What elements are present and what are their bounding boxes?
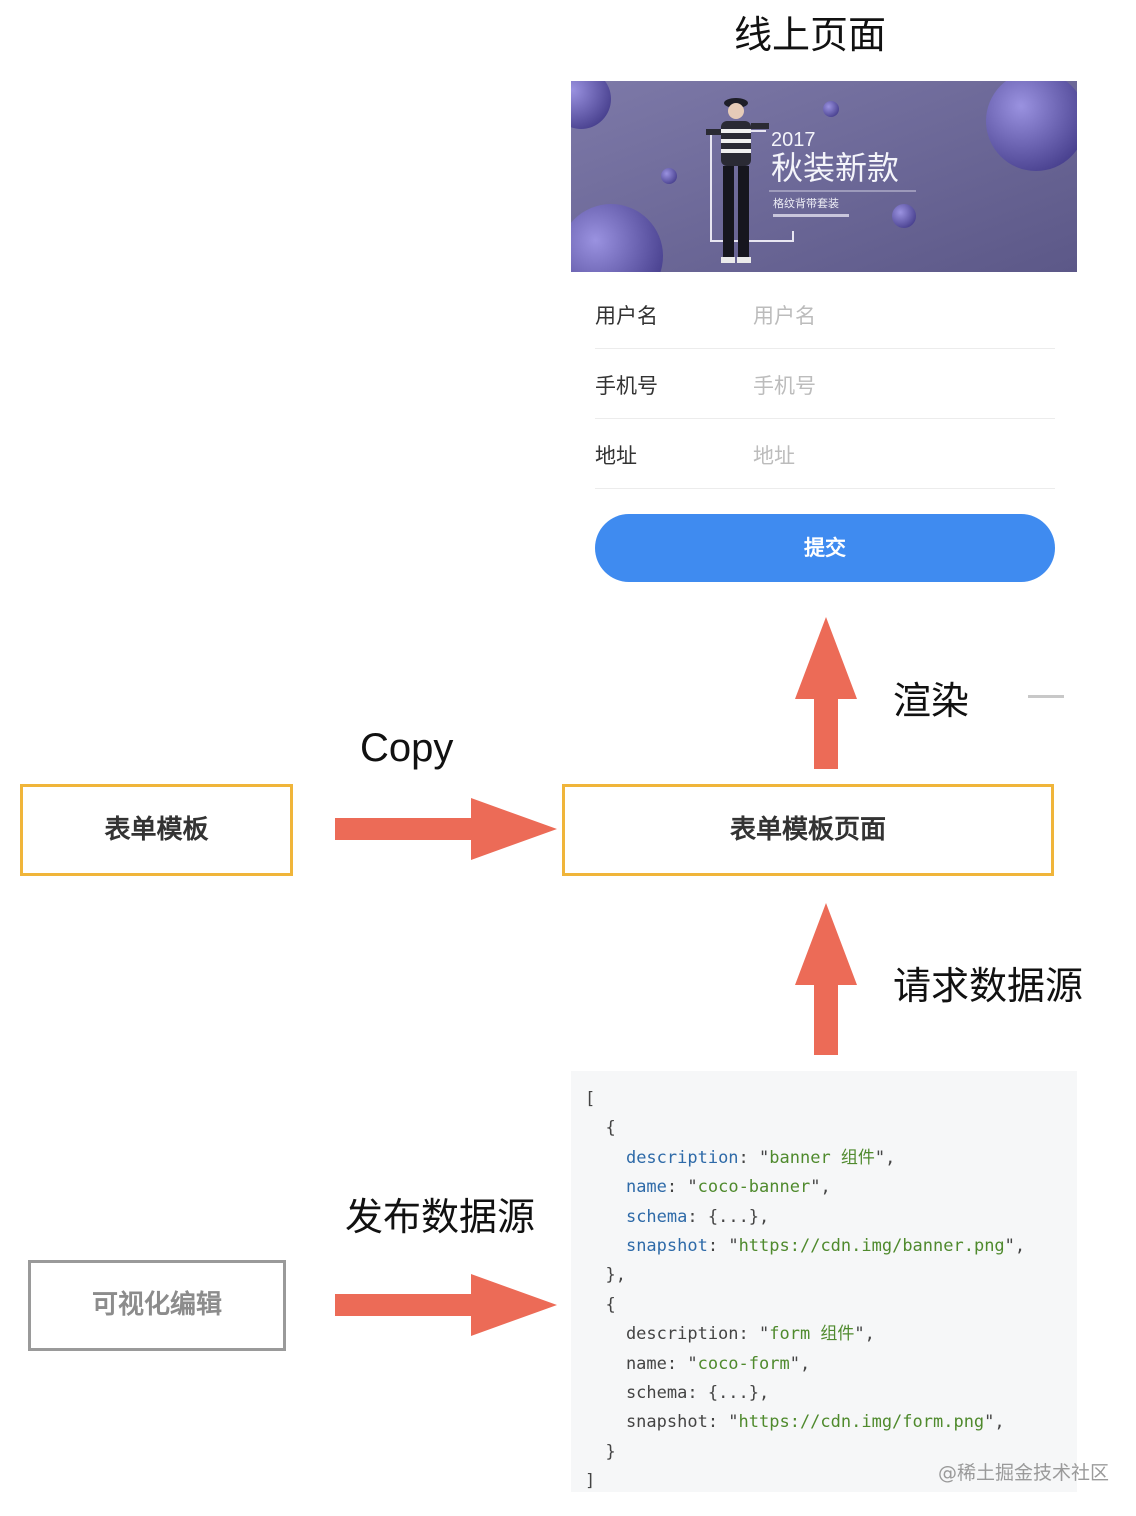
submit-button[interactable]: 提交 bbox=[595, 514, 1055, 582]
address-label: 地址 bbox=[595, 444, 637, 468]
form-template-page-box[interactable]: 表单模板页面 bbox=[562, 784, 1054, 876]
code-line: name: "coco-banner", bbox=[625, 1177, 831, 1198]
code-line: name: "coco-form", bbox=[585, 1353, 811, 1374]
copy-arrow bbox=[335, 798, 557, 860]
copy-label: Copy bbox=[360, 726, 454, 770]
form-template-box[interactable]: 表单模板 bbox=[20, 784, 293, 876]
code-line: description: "form 组件", bbox=[585, 1324, 875, 1345]
code-line: }, bbox=[585, 1265, 626, 1286]
item-schema: {...} bbox=[707, 1382, 760, 1403]
request-data-label: 请求数据源 bbox=[893, 964, 1084, 1008]
item-name: coco-form bbox=[697, 1353, 790, 1374]
username-label: 用户名 bbox=[595, 304, 658, 328]
banner-headline: 秋装新款 bbox=[771, 149, 899, 187]
publish-arrow bbox=[335, 1274, 557, 1336]
code-line: { bbox=[585, 1118, 616, 1139]
code-line: description: "banner 组件", bbox=[625, 1147, 896, 1168]
code-line: schema: {...}, bbox=[585, 1382, 770, 1403]
code-line: snapshot: "https://cdn.img/form.png", bbox=[585, 1412, 1005, 1433]
publish-data-label: 发布数据源 bbox=[345, 1195, 536, 1239]
phone-input[interactable]: 手机号 bbox=[753, 370, 816, 400]
watermark: @稀土掘金技术社区 bbox=[938, 1462, 1110, 1484]
banner-image: 2017 秋装新款 格纹背带套装 bbox=[571, 81, 1077, 272]
banner-year: 2017 bbox=[771, 129, 816, 151]
banner-subline: 格纹背带套装 bbox=[773, 196, 839, 210]
online-form: 用户名 用户名 手机号 手机号 地址 地址 提交 bbox=[571, 272, 1077, 612]
code-line: [ bbox=[585, 1089, 596, 1109]
item-description: form 组件 bbox=[769, 1324, 855, 1345]
phone-label: 手机号 bbox=[595, 374, 658, 398]
request-arrow bbox=[795, 903, 857, 1055]
code-line: { bbox=[585, 1294, 616, 1315]
username-input[interactable]: 用户名 bbox=[753, 300, 816, 330]
item-schema: {...} bbox=[707, 1206, 760, 1227]
form-row-phone: 手机号 手机号 bbox=[595, 348, 1055, 419]
form-row-address: 地址 地址 bbox=[595, 418, 1055, 489]
item-snapshot: https://cdn.img/form.png bbox=[738, 1412, 985, 1433]
tiny-mark bbox=[1028, 684, 1064, 698]
item-name: coco-banner bbox=[697, 1177, 811, 1198]
online-page-title: 线上页面 bbox=[733, 13, 886, 57]
banner-graphic: 2017 秋装新款 格纹背带套装 bbox=[571, 81, 1077, 272]
render-arrow bbox=[795, 617, 857, 769]
visual-editor-box[interactable]: 可视化编辑 bbox=[28, 1260, 286, 1351]
item-description: banner 组件 bbox=[769, 1147, 875, 1168]
item-snapshot: https://cdn.img/banner.png bbox=[738, 1235, 1005, 1256]
form-row-username: 用户名 用户名 bbox=[595, 278, 1055, 349]
address-input[interactable]: 地址 bbox=[753, 440, 795, 470]
render-label: 渲染 bbox=[893, 679, 970, 723]
code-line: snapshot: "https://cdn.img/banner.png", bbox=[625, 1235, 1026, 1256]
data-source-code: [ { description: "banner 组件", name: "coc… bbox=[571, 1071, 1077, 1492]
code-line: schema: {...}, bbox=[625, 1206, 770, 1227]
